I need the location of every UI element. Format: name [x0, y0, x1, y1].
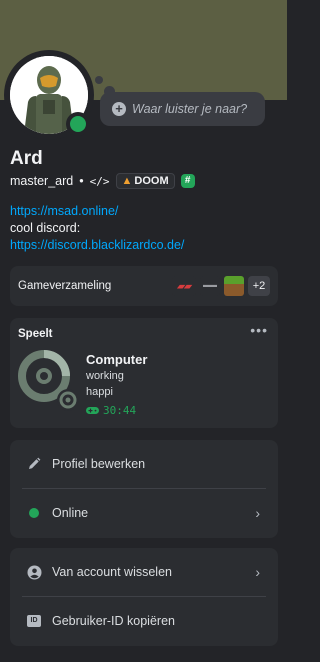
separator: •: [79, 174, 84, 188]
activity-label: Speelt: [18, 328, 53, 340]
bio-link[interactable]: https://discord.blacklizardco.de/: [10, 237, 280, 254]
game-logo-red: ▰▰: [172, 276, 196, 296]
clan-tag-label: DOOM: [134, 175, 169, 187]
id-icon: ID: [26, 613, 42, 629]
chevron-right-icon: ›: [255, 564, 260, 580]
more-dots-icon[interactable]: •••: [250, 322, 268, 338]
menu-item-copy-user-id[interactable]: ID Gebruiker-ID kopiëren: [22, 596, 266, 644]
code-icon[interactable]: </>: [90, 175, 110, 188]
activity-state: happi: [86, 386, 113, 398]
account-menu: Van account wisselen › ID Gebruiker-ID k…: [10, 548, 278, 646]
menu-item-switch-account[interactable]: Van account wisselen ›: [22, 548, 266, 596]
plus-icon: +: [112, 102, 126, 116]
bio-text: cool discord:: [10, 221, 81, 235]
menu-item-label: Gebruiker-ID kopiëren: [52, 613, 175, 628]
game-collection-card[interactable]: Gameverzameling ▰▰ ▬▬ +2: [10, 266, 278, 306]
activity-card[interactable]: Speelt ••• Computer working happi 30:44: [10, 318, 278, 428]
hashtag-badge-icon[interactable]: #: [180, 174, 195, 188]
game-logo-grey: ▬▬: [200, 276, 220, 296]
user-tagline: master_ard • </> ▲ DOOM #: [10, 172, 195, 190]
clan-tag[interactable]: ▲ DOOM: [115, 173, 175, 189]
menu-item-label: Online: [52, 505, 89, 520]
display-name: Ard: [10, 148, 43, 169]
more-games-count: +2: [248, 276, 270, 296]
menu-item-label: Profiel bewerken: [52, 457, 146, 471]
profile-menu: Profiel bewerken Online ›: [10, 440, 278, 538]
menu-item-label: Van account wisselen: [52, 565, 172, 579]
bio: https://msad.online/ cool discord: https…: [10, 203, 280, 254]
game-collection-title: Gameverzameling: [18, 280, 112, 292]
activity-name: Computer: [86, 352, 148, 367]
chevron-right-icon: ›: [255, 504, 260, 521]
username[interactable]: master_ard: [10, 174, 73, 188]
computer-activity-icon: [18, 350, 79, 411]
pencil-icon: [26, 456, 42, 472]
bio-link[interactable]: https://msad.online/: [10, 203, 280, 220]
gamepad-icon: [86, 407, 99, 414]
online-status-icon[interactable]: [70, 116, 86, 132]
custom-status-bubble[interactable]: + Waar luister je naar?: [100, 92, 265, 126]
status-placeholder: Waar luister je naar?: [132, 102, 248, 116]
menu-item-edit-profile[interactable]: Profiel bewerken: [22, 440, 266, 488]
activity-elapsed: 30:44: [86, 404, 136, 417]
account-icon: [26, 564, 42, 580]
fire-icon: ▲: [121, 175, 133, 187]
elapsed-time: 30:44: [103, 404, 137, 417]
minecraft-block-icon: [224, 276, 244, 296]
thought-bubble-dot: [95, 76, 103, 84]
menu-item-online-status[interactable]: Online ›: [22, 488, 266, 536]
activity-details: working: [86, 370, 124, 382]
online-status-icon: [26, 505, 42, 521]
